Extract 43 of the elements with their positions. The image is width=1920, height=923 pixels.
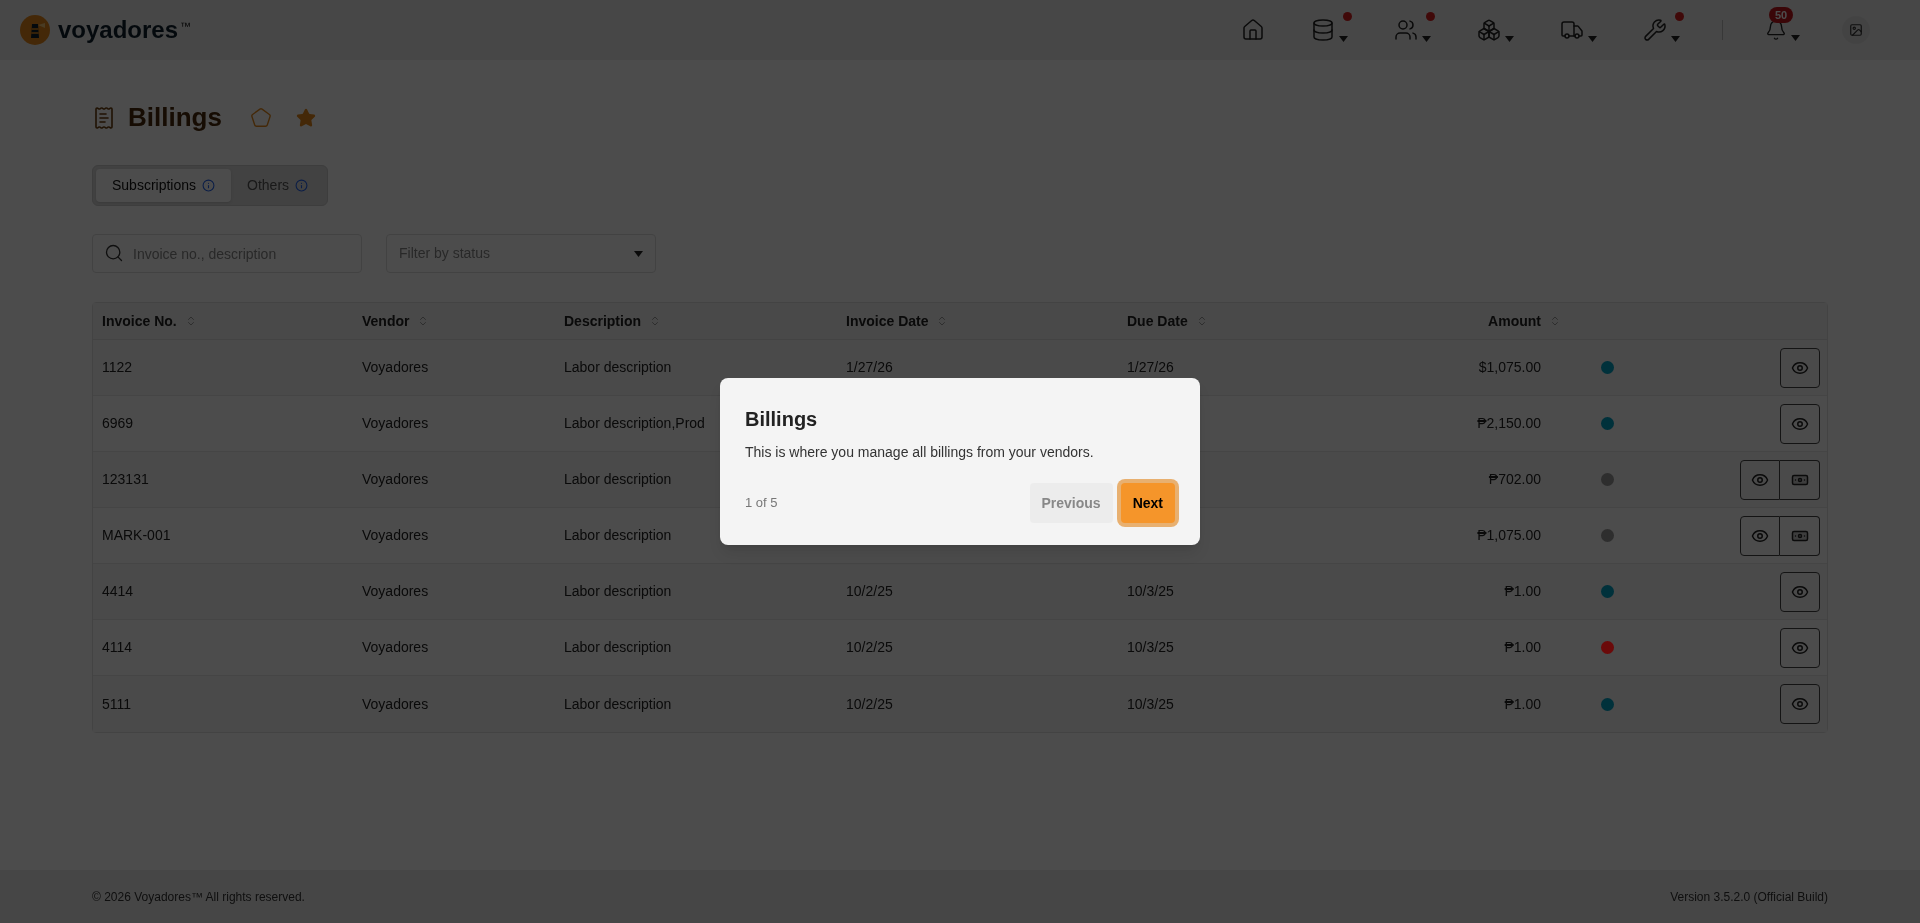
invoice-date-cell: 1/27/26 <box>846 359 893 375</box>
previous-button[interactable]: Previous <box>1029 483 1113 523</box>
tour-title: Billings <box>745 407 819 432</box>
due-date-cell: 10/3/25 <box>1127 639 1174 655</box>
description-cell: Labor description <box>564 639 672 655</box>
due-date-cell: 10/3/25 <box>1127 695 1174 712</box>
description-cell: Labor description <box>564 695 672 712</box>
amount-cell: ₱1.00 <box>1504 583 1541 599</box>
description-cell: Labor description <box>564 583 672 599</box>
brand-name: voyadores <box>58 18 179 42</box>
description-cell: Labor description,Prod <box>564 415 705 431</box>
amount-cell: $1,075.00 <box>1478 359 1541 375</box>
vendor-cell: Voyadores <box>362 359 429 375</box>
invoice-number-cell: 6969 <box>102 415 134 431</box>
description-cell: Labor description <box>564 471 672 487</box>
vendor-cell: Voyadores <box>362 415 429 431</box>
description-cell: Labor description <box>564 359 672 375</box>
amount-cell: ₱1,075.00 <box>1477 527 1541 543</box>
invoice-date-cell: 10/2/25 <box>846 583 893 599</box>
tour-step-counter: 1 of 5 <box>745 494 778 513</box>
trademark-mark: ™ <box>180 19 192 34</box>
invoice-date-cell: 10/2/25 <box>846 695 893 712</box>
invoice-date-cell: 10/2/25 <box>846 639 893 655</box>
invoice-number-cell: 4414 <box>102 583 134 599</box>
invoice-number-cell: MARK-001 <box>102 527 171 543</box>
tour-description: This is where you manage all billings from your vendors. <box>745 443 1095 462</box>
vendor-cell: Voyadores <box>362 527 429 543</box>
invoice-number-cell: 1122 <box>102 359 133 375</box>
vendor-cell: Voyadores <box>362 639 429 655</box>
vendor-cell: Voyadores <box>362 583 429 599</box>
due-date-cell: 1/27/26 <box>1127 359 1174 375</box>
invoice-number-cell: 4114 <box>102 639 133 655</box>
amount-cell: ₱2,150.00 <box>1477 415 1541 431</box>
vendor-cell: Voyadores <box>362 695 429 712</box>
amount-cell: ₱702.00 <box>1488 471 1541 487</box>
invoice-number-cell: 5111 <box>102 695 132 712</box>
description-cell: Labor description <box>564 527 672 543</box>
invoice-number-cell: 123131 <box>102 471 149 487</box>
vendor-cell: Voyadores <box>362 471 429 487</box>
page-title: Billings <box>128 101 222 134</box>
amount-cell: ₱1.00 <box>1504 639 1541 655</box>
amount-cell: ₱1.00 <box>1504 695 1541 712</box>
due-date-cell: 10/3/25 <box>1127 583 1174 599</box>
